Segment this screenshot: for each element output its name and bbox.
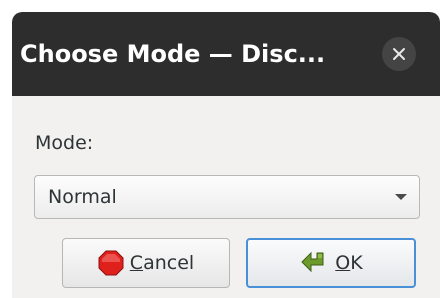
ok-arrow-icon (301, 251, 324, 273)
stop-sign-icon (98, 250, 124, 276)
ok-button[interactable]: OK (246, 238, 416, 288)
mode-select[interactable]: Normal (34, 175, 420, 219)
ok-mnemonic: O (335, 252, 351, 274)
close-icon (393, 48, 405, 60)
ok-label-rest: K (350, 252, 363, 274)
ok-button-label: OK (335, 250, 362, 276)
cancel-mnemonic: C (129, 252, 144, 274)
mode-label: Mode: (35, 132, 94, 154)
cancel-label-rest: ancel (143, 252, 195, 274)
window-title: Choose Mode — Disc... (20, 40, 326, 68)
dropdown-arrow-icon (395, 194, 407, 200)
mode-select-value: Normal (48, 186, 117, 208)
title-bar[interactable]: Choose Mode — Disc... (12, 12, 440, 96)
dialog-content: Mode: Normal Cancel OK (12, 96, 440, 298)
cancel-button-label: Cancel (130, 250, 194, 276)
cancel-button[interactable]: Cancel (62, 238, 230, 288)
choose-mode-dialog: Choose Mode — Disc... Mode: Normal Cance… (12, 12, 440, 298)
screen-background: Choose Mode — Disc... Mode: Normal Cance… (0, 0, 440, 298)
close-button[interactable] (382, 37, 416, 71)
